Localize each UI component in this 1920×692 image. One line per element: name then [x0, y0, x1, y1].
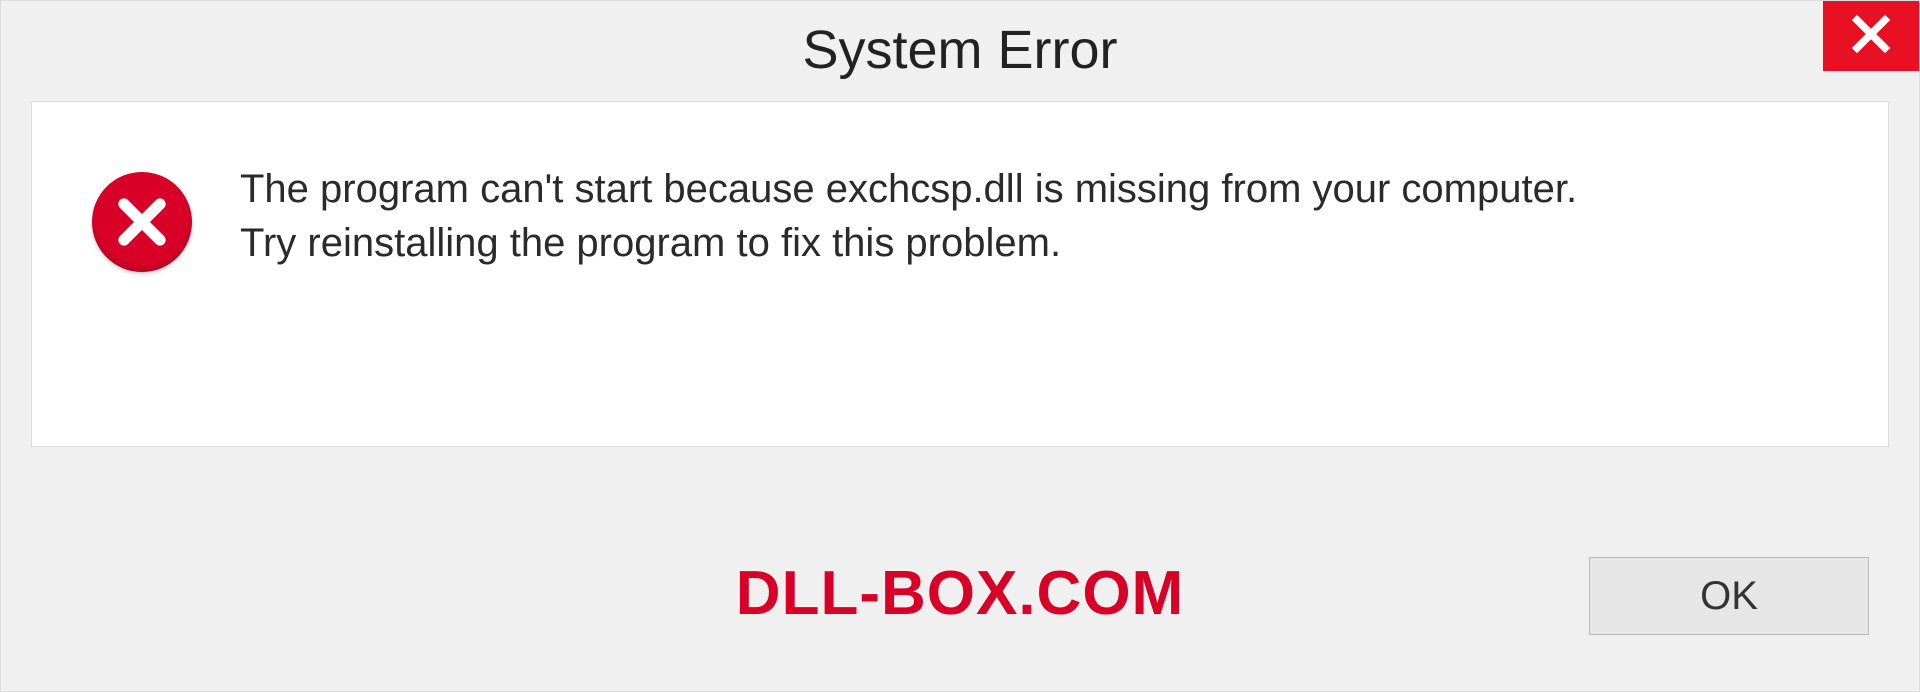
error-dialog: System Error The program can't start bec…	[0, 0, 1920, 692]
message-line-2: Try reinstalling the program to fix this…	[240, 216, 1848, 270]
ok-button[interactable]: OK	[1589, 557, 1869, 635]
watermark-text: DLL-BOX.COM	[736, 558, 1184, 629]
title-bar: System Error	[1, 1, 1919, 101]
content-panel: The program can't start because exchcsp.…	[31, 101, 1889, 447]
message-block: The program can't start because exchcsp.…	[240, 162, 1848, 270]
message-line-1: The program can't start because exchcsp.…	[240, 162, 1848, 216]
dialog-title: System Error	[802, 19, 1117, 81]
footer-bar: DLL-BOX.COM OK	[1, 501, 1919, 691]
error-icon	[92, 172, 192, 272]
close-button[interactable]	[1823, 1, 1919, 71]
close-icon	[1850, 13, 1892, 60]
